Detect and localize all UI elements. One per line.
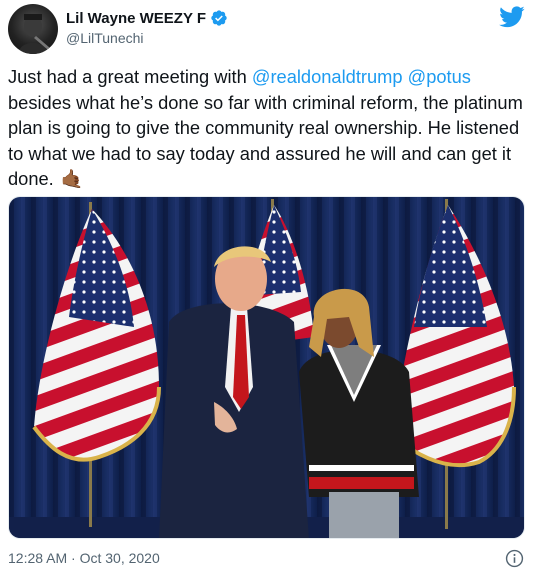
call-me-hand-emoji: 🤙🏾 xyxy=(60,168,84,189)
info-icon[interactable] xyxy=(505,549,524,568)
tweet-text-part: besides what he’s done so far with crimi… xyxy=(8,91,523,190)
mention-realdonaldtrump[interactable]: @realdonaldtrump xyxy=(252,66,403,87)
tweet-text: Just had a great meeting with @realdonal… xyxy=(8,64,528,192)
avatar[interactable] xyxy=(8,4,58,54)
tweet-timestamp[interactable]: 12:28 AM · Oct 30, 2020 xyxy=(8,550,160,566)
author-handle[interactable]: @LilTunechi xyxy=(66,30,144,46)
verified-badge-icon xyxy=(211,10,227,26)
twitter-bird-icon[interactable] xyxy=(499,6,525,28)
tweet-photo[interactable] xyxy=(8,196,525,539)
author-name-row[interactable]: Lil Wayne WEEZY F xyxy=(66,8,228,28)
mention-potus[interactable]: @potus xyxy=(408,66,471,87)
tweet-text-part: Just had a great meeting with xyxy=(8,66,252,87)
tweet-card: Lil Wayne WEEZY F @LilTunechi Just had a… xyxy=(0,0,541,578)
display-name[interactable]: Lil Wayne WEEZY F xyxy=(66,10,206,27)
